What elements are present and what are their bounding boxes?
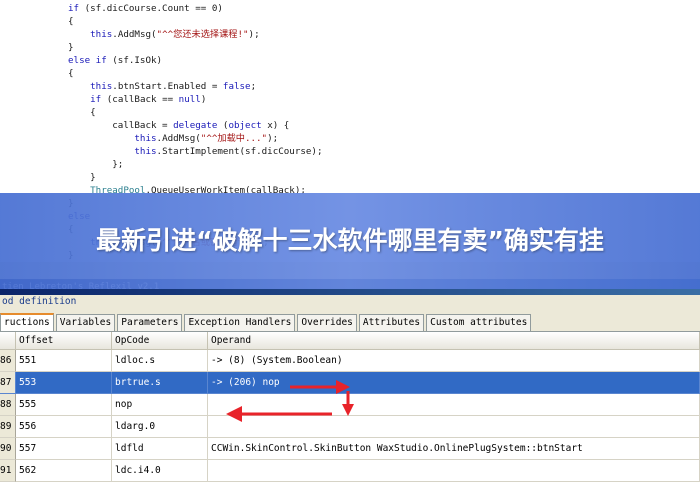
tab-overrides[interactable]: Overrides [297, 314, 357, 331]
column-header-operand[interactable]: Operand [208, 332, 700, 350]
cell-opcode[interactable]: ldc.i4.0 [112, 460, 208, 482]
code-line: if (sf.dicCourse.Count == 0) [68, 3, 223, 14]
table-row[interactable]: 88 555 nop [0, 394, 700, 416]
cell-operand[interactable]: CCWin.SkinControl.SkinButton WaxStudio.O… [208, 438, 700, 460]
code-line: this.btnStart.Enabled = false; [90, 81, 257, 92]
tab-exception-handlers[interactable]: Exception Handlers [184, 314, 296, 331]
row-index: 91 [0, 460, 16, 482]
cell-operand[interactable] [208, 394, 700, 416]
title-banner: 最新引进“破解十三水软件哪里有卖”确实有挂 [0, 193, 700, 289]
row-index: 86 [0, 350, 16, 372]
instructions-grid[interactable]: Offset OpCode Operand 86 551 ldloc.s -> … [0, 331, 700, 490]
cell-offset[interactable]: 551 [16, 350, 112, 372]
cell-operand[interactable] [208, 460, 700, 482]
tab-custom-attributes[interactable]: Custom attributes [426, 314, 532, 331]
cell-offset[interactable]: 553 [16, 372, 112, 394]
section-label: od definition [2, 296, 77, 307]
tab-attributes[interactable]: Attributes [358, 314, 425, 331]
code-line: this.AddMsg("^^您还未选择课程!"); [90, 29, 260, 40]
tab-instructions[interactable]: ructions [0, 313, 54, 331]
cell-opcode[interactable]: ldloc.s [112, 350, 208, 372]
cell-operand[interactable]: -> (206) nop [208, 372, 700, 394]
code-line: }; [68, 159, 124, 170]
cell-offset[interactable]: 556 [16, 416, 112, 438]
row-header-corner [0, 332, 16, 350]
code-line: else if (sf.IsOk) [68, 55, 163, 66]
reflexil-panel: tien Lebreton's Reflexil v2.1 od definit… [0, 262, 700, 490]
tab-strip: ructions Variables Parameters Exception … [0, 313, 533, 331]
cell-opcode[interactable]: ldfld [112, 438, 208, 460]
row-index: 88 [0, 394, 16, 416]
cell-offset[interactable]: 557 [16, 438, 112, 460]
code-line: if (callBack == null) [90, 94, 207, 105]
code-line: { [68, 16, 74, 27]
table-row[interactable]: 86 551 ldloc.s -> (8) (System.Boolean) [0, 350, 700, 372]
row-index: 87 [0, 372, 16, 394]
cell-offset[interactable]: 555 [16, 394, 112, 416]
cell-opcode[interactable]: brtrue.s [112, 372, 208, 394]
code-line: } [68, 172, 96, 183]
row-index: 90 [0, 438, 16, 460]
code-line: } [68, 42, 74, 53]
cell-offset[interactable]: 562 [16, 460, 112, 482]
tab-parameters[interactable]: Parameters [117, 314, 183, 331]
code-line: { [68, 68, 74, 79]
table-row[interactable]: 91 562 ldc.i4.0 [0, 460, 700, 482]
code-line: this.StartImplement(sf.dicCourse); [134, 146, 323, 157]
table-row[interactable]: 89 556 ldarg.0 [0, 416, 700, 438]
table-row-selected[interactable]: 87 553 brtrue.s -> (206) nop [0, 372, 700, 394]
code-line: this.AddMsg("^^加载中..."); [134, 133, 279, 144]
cell-operand[interactable]: -> (8) (System.Boolean) [208, 350, 700, 372]
code-line: { [68, 107, 96, 118]
cell-operand[interactable] [208, 416, 700, 438]
table-row[interactable]: 90 557 ldfld CCWin.SkinControl.SkinButto… [0, 438, 700, 460]
banner-title: 最新引进“破解十三水软件哪里有卖”确实有挂 [96, 226, 604, 255]
cell-opcode[interactable]: ldarg.0 [112, 416, 208, 438]
cell-opcode[interactable]: nop [112, 394, 208, 416]
code-line: callBack = delegate (object x) { [68, 120, 290, 131]
tab-variables[interactable]: Variables [55, 314, 116, 331]
column-header-offset[interactable]: Offset [16, 332, 112, 350]
column-header-opcode[interactable]: OpCode [112, 332, 208, 350]
row-index: 89 [0, 416, 16, 438]
